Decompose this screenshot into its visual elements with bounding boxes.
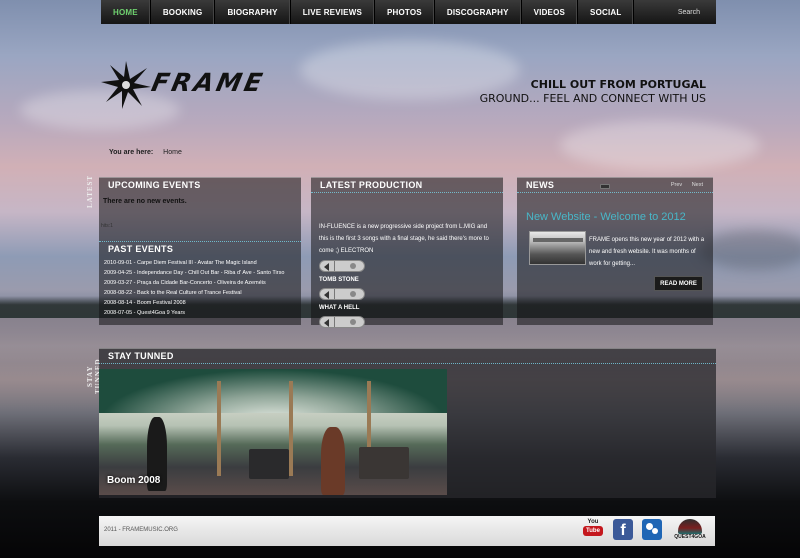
events-panel: UPCOMING EVENTS There are no new events.… — [99, 177, 301, 325]
nav-videos[interactable]: VIDEOS — [522, 0, 579, 24]
facebook-icon[interactable]: f — [613, 519, 633, 540]
quest4goa-icon[interactable]: QUEST4GOA — [671, 519, 709, 544]
site-logo[interactable]: FRAME — [100, 60, 270, 110]
myspace-icon[interactable] — [642, 519, 662, 540]
photo-caption: Boom 2008 — [107, 475, 161, 486]
divider — [99, 363, 716, 364]
tagline-line2: GROUND... FEEL AND CONNECT WITH US — [479, 92, 706, 105]
stay-tuned-panel: STAY TUNNED Boom 2008 — [99, 348, 716, 498]
nav-discography[interactable]: DISCOGRAPHY — [435, 0, 522, 24]
breadcrumb-prefix: You are here: — [109, 149, 154, 156]
audio-player[interactable] — [319, 315, 503, 328]
track-title: WHAT A HELL — [319, 305, 360, 311]
gallery-photo[interactable]: Boom 2008 — [99, 369, 447, 495]
hits-counter: hits:1 — [101, 223, 113, 229]
slide-indicator[interactable] — [600, 184, 610, 189]
no-events-text: There are no new events. — [103, 198, 187, 205]
events-title: UPCOMING EVENTS — [108, 180, 201, 190]
nav-photos[interactable]: PHOTOS — [375, 0, 435, 24]
stay-title: STAY TUNNED — [108, 351, 174, 361]
logo-wordmark: FRAME — [148, 68, 268, 97]
latest-title: LATEST PRODUCTION — [320, 180, 423, 190]
nav-social[interactable]: SOCIAL — [578, 0, 635, 24]
side-tab-stay: STAY TUNNED — [86, 358, 102, 394]
dj-booth — [359, 447, 409, 479]
news-next-link[interactable]: Next — [692, 182, 703, 188]
past-event-item[interactable]: 2009-03-27 - Praça da Cidade Bar-Concert… — [104, 278, 301, 288]
latest-production-panel: LATEST PRODUCTION IN-FLUENCE is a new pr… — [311, 177, 503, 328]
nav-home[interactable]: HOME — [101, 0, 151, 24]
news-excerpt: FRAME opens this new year of 2012 with a… — [589, 237, 705, 267]
tent-pole — [217, 381, 221, 476]
tent-pole — [289, 381, 293, 476]
news-headline[interactable]: New Website - Welcome to 2012 — [517, 193, 713, 223]
past-events-list: 2010-09-01 - Carpe Diem Festival III - A… — [99, 256, 301, 318]
header-tagline: CHILL OUT FROM PORTUGAL GROUND... FEEL A… — [480, 78, 706, 106]
person-silhouette — [321, 427, 345, 495]
youtube-label-tube: Tube — [583, 526, 603, 536]
play-icon[interactable] — [319, 259, 365, 272]
top-nav: HOME BOOKING BIOGRAPHY LIVE REVIEWS PHOT… — [101, 0, 716, 24]
nav-live-reviews[interactable]: LIVE REVIEWS — [291, 0, 375, 24]
play-icon[interactable] — [319, 287, 365, 300]
star-logo-icon — [101, 61, 151, 109]
tent-canopy — [99, 369, 447, 413]
past-event-item[interactable]: 2008-08-14 - Boom Festival 2008 — [104, 298, 301, 308]
past-event-item[interactable]: 2010-09-01 - Carpe Diem Festival III - A… — [104, 258, 301, 268]
play-icon[interactable] — [319, 315, 365, 328]
news-thumbnail[interactable] — [529, 231, 586, 265]
track-title: TOMB STONE — [319, 277, 359, 283]
volume-knob[interactable] — [350, 290, 356, 297]
news-prev-link[interactable]: Prev — [671, 182, 682, 188]
breadcrumb: You are here: Home — [109, 149, 182, 156]
quest4goa-label: QUEST4GOA — [674, 534, 706, 540]
tagline-line1: CHILL OUT FROM PORTUGAL — [530, 78, 706, 91]
footer: 2011 - FRAMEMUSIC.ORG You Tube f QUEST4G… — [99, 516, 715, 546]
past-event-item[interactable]: 2009-04-25 - Independance Day - Chill Ou… — [104, 268, 301, 278]
past-events-title: PAST EVENTS — [108, 244, 174, 254]
side-tab-latest: LATEST — [86, 174, 94, 208]
latest-description: IN-FLUENCE is a new progressive side pro… — [319, 224, 489, 254]
nav-biography[interactable]: BIOGRAPHY — [215, 0, 291, 24]
breadcrumb-home[interactable]: Home — [163, 149, 182, 156]
youtube-icon[interactable]: You Tube — [583, 519, 603, 542]
audio-player[interactable] — [319, 287, 503, 300]
volume-knob[interactable] — [350, 318, 356, 325]
nav-booking[interactable]: BOOKING — [151, 0, 216, 24]
past-event-item[interactable]: 2008-08-22 - Back to the Real Culture of… — [104, 288, 301, 298]
volume-knob[interactable] — [350, 262, 356, 269]
news-panel: NEWS Prev Next New Website - Welcome to … — [517, 177, 713, 325]
dj-booth — [249, 449, 289, 479]
quest4goa-logo — [678, 519, 702, 534]
copyright-text: 2011 - FRAMEMUSIC.ORG — [104, 527, 178, 533]
past-event-item[interactable]: 2008-07-05 - Quest4Goa 9 Years — [104, 308, 301, 318]
news-pager: Prev Next — [663, 182, 703, 188]
read-more-button[interactable]: READ MORE — [654, 276, 703, 291]
audio-player[interactable] — [319, 259, 503, 272]
youtube-label-top: You — [587, 519, 599, 525]
search-link[interactable]: Search — [678, 9, 700, 16]
